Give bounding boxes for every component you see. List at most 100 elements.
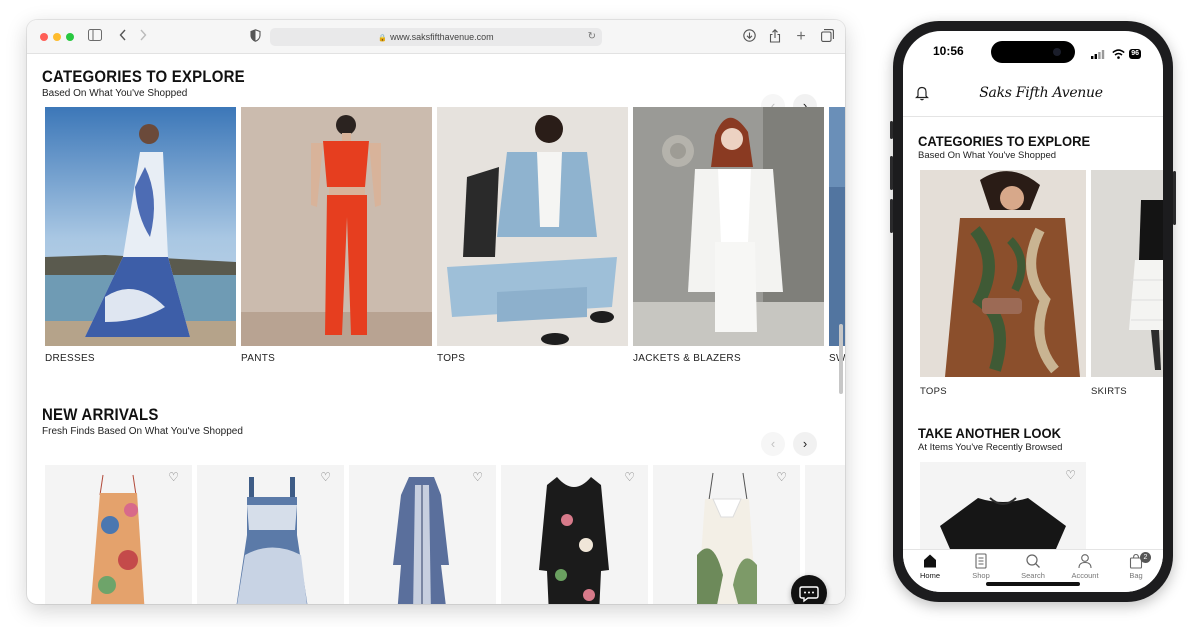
tops-image <box>437 107 628 346</box>
phone-category-label-skirts[interactable]: SKIRTS <box>1091 386 1127 397</box>
zoom-window-button[interactable] <box>66 33 74 41</box>
favorite-heart-icon[interactable]: ♡ <box>472 470 483 484</box>
jackets-blazers-image <box>633 107 824 346</box>
black-tshirt-image <box>940 497 1066 549</box>
category-label-pants[interactable]: PANTS <box>241 353 275 364</box>
phone-category-card-skirts[interactable] <box>1091 170 1163 377</box>
product-card-1[interactable]: ♡ <box>45 465 192 604</box>
wifi-icon <box>1112 49 1125 59</box>
status-time: 10:56 <box>933 44 964 58</box>
category-card-dresses[interactable] <box>45 107 236 346</box>
sidebar-icon[interactable] <box>87 29 103 45</box>
address-bar[interactable]: 🔒 www.saksfifthavenue.com ↻ <box>270 28 602 46</box>
camera-icon <box>1053 48 1061 56</box>
forward-arrow-icon[interactable] <box>135 29 151 45</box>
phone-category-label-tops[interactable]: TOPS <box>920 386 947 397</box>
home-indicator[interactable] <box>986 582 1080 586</box>
phone-skirts-image <box>1091 170 1163 377</box>
category-label-dresses[interactable]: DRESSES <box>45 353 95 364</box>
tab-bag[interactable]: 2 Bag <box>1116 552 1156 580</box>
product-card-4[interactable]: ♡ <box>501 465 648 604</box>
browser-toolbar: 🔒 www.saksfifthavenue.com ↻ + <box>27 20 845 54</box>
favorite-heart-icon[interactable]: ♡ <box>624 470 635 484</box>
iphone-frame: 10:56 96 Saks Fifth Avenue CATEGORIES TO… <box>890 21 1176 602</box>
lock-icon: 🔒 <box>378 35 388 42</box>
account-icon <box>1078 554 1092 569</box>
chat-bubble-icon <box>799 586 819 603</box>
bag-count-badge: 2 <box>1140 552 1151 563</box>
new-arrivals-subtitle: Fresh Finds Based On What You've Shopped <box>42 426 243 437</box>
phone-categories-title: CATEGORIES TO EXPLORE <box>918 133 1091 150</box>
search-icon <box>1026 554 1040 568</box>
volume-up-button <box>890 156 893 190</box>
action-button <box>890 121 893 139</box>
minimize-window-button[interactable] <box>53 33 61 41</box>
tab-search-label: Search <box>1021 571 1045 580</box>
brand-logo[interactable]: Saks Fifth Avenue <box>971 85 1111 101</box>
safari-window: 🔒 www.saksfifthavenue.com ↻ + CATEGORIES … <box>27 20 845 604</box>
category-label-jackets-blazers[interactable]: JACKETS & BLAZERS <box>633 353 741 364</box>
product-card-2[interactable]: ♡ <box>197 465 344 604</box>
take-another-look-title: TAKE ANOTHER LOOK <box>918 425 1061 442</box>
chat-button[interactable] <box>791 575 827 604</box>
category-card-jackets-blazers[interactable] <box>633 107 824 346</box>
shop-icon <box>975 553 987 569</box>
privacy-shield-icon[interactable] <box>247 29 263 45</box>
close-window-button[interactable] <box>40 33 48 41</box>
favorite-heart-icon[interactable]: ♡ <box>776 470 787 484</box>
tab-bag-label: Bag <box>1129 571 1143 580</box>
app-header: Saks Fifth Avenue <box>903 75 1163 117</box>
product-card-3[interactable]: ♡ <box>349 465 496 604</box>
category-card-tops[interactable] <box>437 107 628 346</box>
black-floral-dress-image <box>539 477 609 604</box>
floral-slip-dress-image <box>90 474 145 604</box>
side-button <box>1173 171 1176 225</box>
new-tab-icon[interactable]: + <box>793 29 809 45</box>
volume-down-button <box>890 199 893 233</box>
white-palm-print-dress-image <box>697 472 757 604</box>
battery-level: 96 <box>1129 48 1141 59</box>
categories-title: CATEGORIES TO EXPLORE <box>42 68 245 87</box>
tab-home[interactable]: Home <box>910 552 950 580</box>
web-page: CATEGORIES TO EXPLORE Based On What You'… <box>27 54 845 604</box>
product-card-5[interactable]: ♡ <box>653 465 800 604</box>
phone-screen: 10:56 96 Saks Fifth Avenue CATEGORIES TO… <box>903 31 1163 592</box>
tab-account-label: Account <box>1071 571 1099 580</box>
screen-stage: 🔒 www.saksfifthavenue.com ↻ + CATEGORIES … <box>0 0 1200 627</box>
pants-image <box>241 107 432 346</box>
status-icons: 96 <box>1091 45 1141 59</box>
cellular-signal-icon <box>1091 49 1105 59</box>
take-another-look-subtitle: At Items You've Recently Browsed <box>918 442 1063 453</box>
tab-home-label: Home <box>919 571 940 580</box>
category-card-pants[interactable] <box>241 107 432 346</box>
category-card-partial[interactable] <box>829 107 845 346</box>
downloads-icon[interactable] <box>741 29 757 45</box>
dresses-image <box>45 107 236 346</box>
vertical-scrollbar[interactable] <box>839 324 843 394</box>
dynamic-island <box>991 41 1075 63</box>
bell-icon[interactable] <box>915 85 929 106</box>
phone-categories-subtitle: Based On What You've Shopped <box>918 150 1057 161</box>
partial-category-image <box>829 107 845 346</box>
new-arrivals-next-button[interactable]: › <box>793 432 817 456</box>
back-arrow-icon[interactable] <box>115 29 131 45</box>
favorite-heart-icon[interactable]: ♡ <box>1065 468 1076 482</box>
blue-shirt-dress-image <box>393 477 449 604</box>
phone-category-card-tops[interactable] <box>920 170 1086 377</box>
phone-tops-image <box>920 170 1086 377</box>
tab-account[interactable]: Account <box>1065 552 1105 580</box>
tab-shop[interactable]: Shop <box>961 552 1001 580</box>
tab-search[interactable]: Search <box>1013 552 1053 580</box>
blue-print-mini-dress-image <box>236 477 308 604</box>
category-label-tops[interactable]: TOPS <box>437 353 465 364</box>
recently-browsed-card[interactable]: ♡ <box>920 462 1086 549</box>
tab-overview-icon[interactable] <box>819 29 835 45</box>
categories-subtitle: Based On What You've Shopped <box>42 88 188 99</box>
new-arrivals-prev-button[interactable]: ‹ <box>761 432 785 456</box>
favorite-heart-icon[interactable]: ♡ <box>320 470 331 484</box>
favorite-heart-icon[interactable]: ♡ <box>168 470 179 484</box>
home-icon <box>924 554 936 568</box>
share-icon[interactable] <box>767 29 783 45</box>
tab-shop-label: Shop <box>972 571 990 580</box>
reload-icon[interactable]: ↻ <box>588 28 596 46</box>
